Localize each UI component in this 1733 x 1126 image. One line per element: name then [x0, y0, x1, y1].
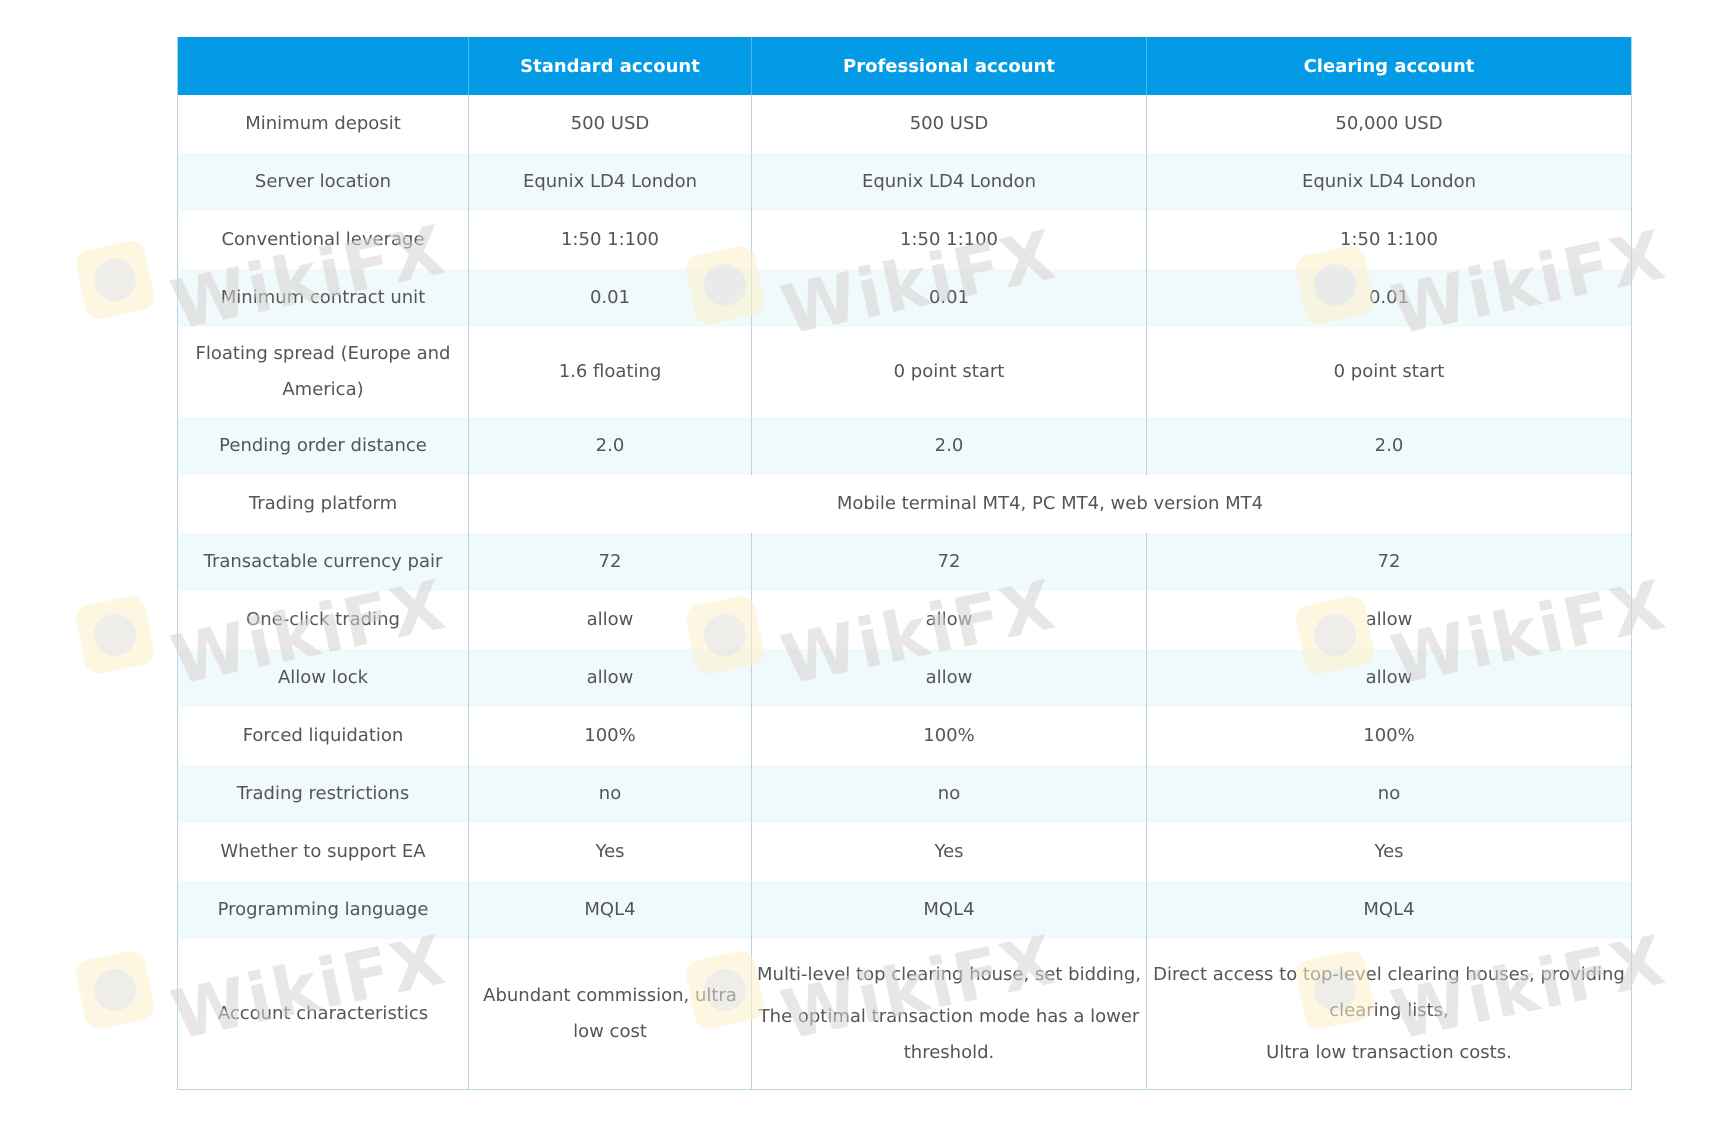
cell-clearing: allow — [1146, 649, 1632, 707]
cell-professional: MQL4 — [751, 881, 1147, 939]
row-label-transactable-currency-pair: Transactable currency pair — [177, 533, 469, 591]
row-label-one-click-trading: One-click trading — [177, 591, 469, 649]
row-label-programming-language: Programming language — [177, 881, 469, 939]
table-row: Transactable currency pair 72 72 72 — [177, 533, 1632, 591]
cell-clearing: no — [1146, 765, 1632, 823]
cell-standard: 100% — [468, 707, 752, 765]
table-row: Forced liquidation 100% 100% 100% — [177, 707, 1632, 765]
table-row: Minimum deposit 500 USD 500 USD 50,000 USD — [177, 95, 1632, 153]
table-row: Minimum contract unit 0.01 0.01 0.01 — [177, 269, 1632, 327]
row-label-account-characteristics: Account characteristics — [177, 939, 469, 1090]
cell-professional: Equnix LD4 London — [751, 153, 1147, 211]
table-header-row: Standard account Professional account Cl… — [177, 37, 1632, 95]
table-row: Trading restrictions no no no — [177, 765, 1632, 823]
table-row: Programming language MQL4 MQL4 MQL4 — [177, 881, 1632, 939]
row-label-pending-order-distance: Pending order distance — [177, 417, 469, 475]
row-label-minimum-contract-unit: Minimum contract unit — [177, 269, 469, 327]
cell-standard: 72 — [468, 533, 752, 591]
row-label-allow-lock: Allow lock — [177, 649, 469, 707]
cell-professional: 0 point start — [751, 327, 1147, 417]
cell-professional: Yes — [751, 823, 1147, 881]
wikifx-logo-icon — [73, 593, 157, 677]
cell-professional: no — [751, 765, 1147, 823]
table-row: Conventional leverage 1:50 1:100 1:50 1:10… — [177, 211, 1632, 269]
cell-clearing: 50,000 USD — [1335, 113, 1443, 134]
cell-professional: 0.01 — [751, 269, 1147, 327]
row-label-trading-platform: Trading platform — [177, 475, 469, 533]
cell-clearing: MQL4 — [1146, 881, 1632, 939]
cell-clearing: 72 — [1146, 533, 1632, 591]
cell-professional: 72 — [751, 533, 1147, 591]
row-label-floating-spread-europe-and-america: Floating spread (Europe and America) — [177, 327, 469, 417]
table-row: Floating spread (Europe and America) 1.6 … — [177, 327, 1632, 417]
cell-professional: allow — [751, 591, 1147, 649]
row-label-whether-to-support-ea: Whether to support EA — [177, 823, 469, 881]
cell-professional: 1:50 1:100 — [751, 211, 1147, 269]
table-row: Account characteristics Abundant commissi… — [177, 939, 1632, 1090]
cell-professional: 500 USD — [751, 95, 1147, 153]
cell-standard: 1.6 floating — [468, 327, 752, 417]
cell-clearing: 1:50 1:100 — [1339, 229, 1438, 250]
account-comparison-table-container: Standard account Professional account Cl… — [177, 37, 1632, 1090]
table-row: Whether to support EA Yes Yes Yes — [177, 823, 1632, 881]
cell-text-line: Multi-level top clearing house, set bidd… — [757, 964, 1141, 985]
wikifx-logo-icon — [73, 238, 157, 322]
cell-standard: 500 USD — [468, 95, 752, 153]
cell-standard: MQL4 — [468, 881, 752, 939]
header-standard-account: Standard account — [468, 37, 752, 95]
cell-professional: 2.0 — [751, 417, 1147, 475]
row-label-conventional-leverage: Conventional leverage — [177, 211, 469, 269]
cell-standard: 2.0 — [468, 417, 752, 475]
table-row: Pending order distance 2.0 2.0 2.0 — [177, 417, 1632, 475]
cell-clearing: 0 point start — [1333, 361, 1445, 382]
row-label-server-location: Server location — [177, 153, 469, 211]
header-professional-account: Professional account — [751, 37, 1147, 95]
table-row: Server location Equnix LD4 London Equnix L… — [177, 153, 1632, 211]
cell-merged-value: Mobile terminal MT4, PC MT4, web version… — [836, 493, 1264, 514]
cell-text-line: Abundant commission, ultra low cost — [483, 985, 737, 1042]
table-row: One-click trading allow allow allow — [177, 591, 1632, 649]
cell-text-line: Ultra low transaction costs. — [1266, 1042, 1512, 1063]
row-label-forced-liquidation: Forced liquidation — [177, 707, 469, 765]
cell-clearing: 2.0 — [1146, 417, 1632, 475]
cell-professional: Multi-level top clearing house, set bidd… — [751, 939, 1147, 1090]
cell-text-line: The optimal transaction mode has a lower… — [758, 1006, 1140, 1063]
row-label-trading-restrictions: Trading restrictions — [177, 765, 469, 823]
cell-standard: Equnix LD4 London — [468, 153, 752, 211]
header-clearing-account: Clearing account — [1146, 37, 1632, 95]
cell-clearing: 100% — [1363, 725, 1415, 746]
cell-text-line: Direct access to top-level clearing hous… — [1153, 964, 1625, 1021]
row-label-minimum-deposit: Minimum deposit — [177, 95, 469, 153]
table-row: Trading platform Mobile terminal MT4, PC … — [177, 475, 1632, 533]
cell-clearing: Yes — [1374, 841, 1404, 862]
cell-professional: 100% — [751, 707, 1147, 765]
cell-professional: allow — [751, 649, 1147, 707]
table-row: Allow lock allow allow allow — [177, 649, 1632, 707]
cell-standard: no — [468, 765, 752, 823]
cell-standard: 1:50 1:100 — [468, 211, 752, 269]
cell-clearing: 0.01 — [1146, 269, 1632, 327]
cell-clearing: allow — [1365, 609, 1413, 630]
cell-standard: Abundant commission, ultra low cost — [468, 939, 752, 1090]
account-comparison-table: Standard account Professional account Cl… — [177, 37, 1632, 1090]
cell-clearing: Direct access to top-level clearing hous… — [1147, 939, 1632, 1090]
wikifx-logo-icon — [73, 948, 157, 1032]
cell-standard: Yes — [468, 823, 752, 881]
cell-clearing: Equnix LD4 London — [1146, 153, 1632, 211]
cell-standard: 0.01 — [468, 269, 752, 327]
header-empty — [177, 37, 469, 95]
cell-standard: allow — [468, 649, 752, 707]
cell-standard: allow — [468, 591, 752, 649]
